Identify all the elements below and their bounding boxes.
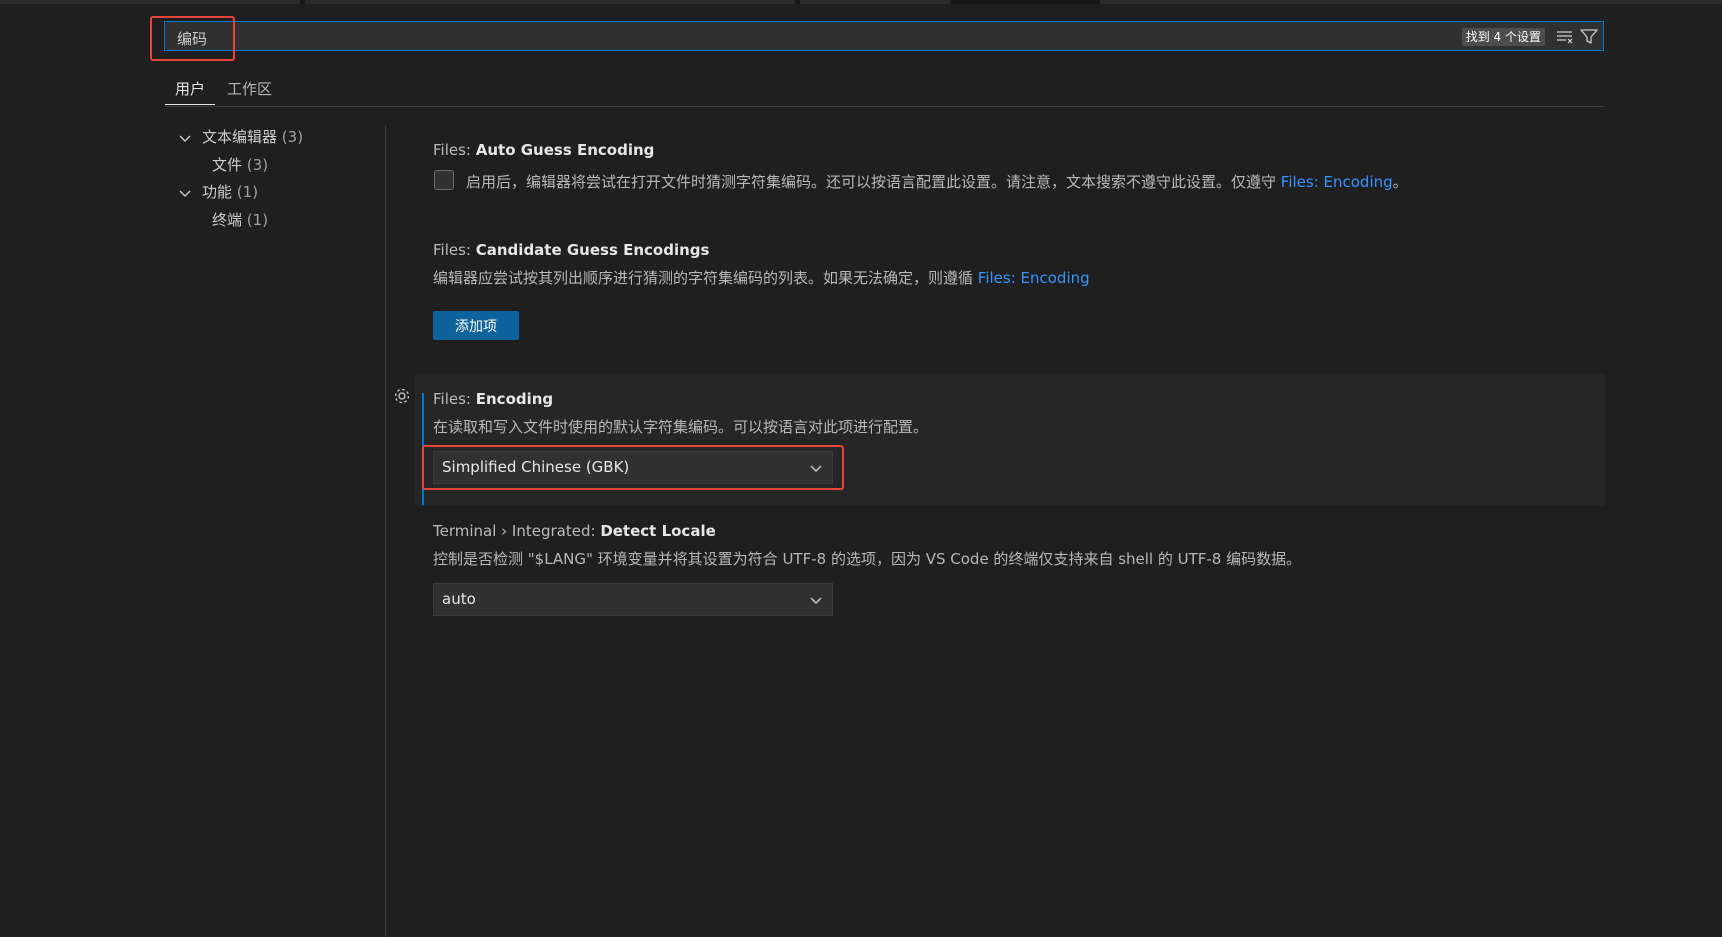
setting-files-encoding: Files: Encoding 在读取和写入文件时使用的默认字符集编码。可以按语…: [433, 390, 928, 437]
tab-user[interactable]: 用户: [164, 78, 216, 105]
tab-workspace[interactable]: 工作区: [227, 78, 272, 105]
toc-item-files[interactable]: 文件 (3): [212, 154, 268, 176]
setting-description: 启用后，编辑器将尝试在打开文件时猜测字符集编码。还可以按语言配置此设置。请注意，…: [466, 171, 1408, 192]
toc-label: 文本编辑器: [202, 128, 278, 146]
setting-key: Detect Locale: [600, 522, 716, 540]
toc-count: (3): [281, 128, 304, 146]
files-encoding-link[interactable]: Files: Encoding: [978, 269, 1090, 287]
toc-count: (1): [236, 183, 259, 201]
focus-indicator: [422, 393, 424, 505]
setting-auto-guess-encoding: Files: Auto Guess Encoding: [433, 141, 654, 159]
description-text: 编辑器应尝试按其列出顺序进行猜测的字符集编码的列表。如果无法确定，则遵循: [433, 269, 978, 287]
setting-description: 在读取和写入文件时使用的默认字符集编码。可以按语言对此项进行配置。: [433, 418, 929, 436]
description-text: 启用后，编辑器将尝试在打开文件时猜测字符集编码。还可以按语言配置此设置。请注意，…: [466, 173, 1281, 191]
setting-description: 编辑器应尝试按其列出顺序进行猜测的字符集编码的列表。如果无法确定，则遵循 Fil…: [433, 267, 1090, 288]
chevron-down-icon: [810, 465, 822, 472]
setting-title: Files: Auto Guess Encoding: [433, 141, 654, 159]
encoding-select[interactable]: Simplified Chinese (GBK): [433, 451, 833, 484]
tab-strip-segment: [0, 0, 300, 4]
setting-category: Files:: [433, 390, 476, 408]
auto-guess-encoding-checkbox[interactable]: [434, 170, 454, 190]
select-value: auto: [442, 590, 476, 608]
clear-filter-icon[interactable]: [1555, 27, 1575, 47]
gear-icon[interactable]: [392, 386, 412, 406]
description-suffix: 。: [1392, 173, 1408, 191]
toc-item-terminal[interactable]: 终端 (1): [212, 209, 268, 231]
search-input[interactable]: [175, 26, 1379, 50]
search-result-count: 找到 4 个设置: [1461, 28, 1545, 46]
setting-title: Files: Candidate Guess Encodings: [433, 241, 1090, 259]
setting-key: Auto Guess Encoding: [475, 141, 655, 159]
select-value: Simplified Chinese (GBK): [442, 458, 630, 476]
setting-key: Candidate Guess Encodings: [475, 241, 710, 259]
setting-description: 控制是否检测 "$LANG" 环境变量并将其设置为符合 UTF-8 的选项，因为…: [433, 550, 1302, 568]
setting-title: Terminal › Integrated: Detect Locale: [433, 522, 1301, 540]
setting-candidate-guess-encodings: Files: Candidate Guess Encodings 编辑器应尝试按…: [433, 241, 1090, 288]
tab-strip-segment: [1100, 0, 1722, 4]
toc-label: 文件: [212, 156, 243, 174]
settings-search-box[interactable]: 找到 4 个设置: [164, 21, 1604, 51]
detect-locale-select[interactable]: auto: [433, 583, 833, 616]
settings-scope-tabs: 用户 工作区: [164, 74, 1605, 107]
setting-title: Files: Encoding: [433, 390, 928, 408]
setting-key: Encoding: [475, 390, 554, 408]
tab-strip-segment: [305, 0, 795, 4]
editor-tab-strip: [0, 0, 1722, 4]
toc-divider: [385, 125, 386, 937]
toc-label: 终端: [212, 211, 243, 229]
tab-strip-segment: [800, 0, 950, 4]
chevron-down-icon: [810, 597, 822, 604]
toc-item-features[interactable]: 功能 (1): [179, 181, 259, 203]
add-item-button[interactable]: 添加项: [433, 311, 519, 340]
chevron-down-icon: [179, 190, 191, 197]
setting-category: Files:: [433, 241, 476, 259]
toc-label: 功能: [202, 183, 233, 201]
filter-icon[interactable]: [1579, 27, 1599, 47]
setting-detect-locale: Terminal › Integrated: Detect Locale 控制是…: [433, 522, 1301, 569]
chevron-down-icon: [179, 135, 191, 142]
toc-count: (3): [246, 156, 269, 174]
setting-category: Files:: [433, 141, 476, 159]
toc-count: (1): [246, 211, 269, 229]
files-encoding-link[interactable]: Files: Encoding: [1281, 173, 1393, 191]
setting-category: Terminal › Integrated:: [433, 522, 601, 540]
toc-item-text-editor[interactable]: 文本编辑器 (3): [179, 126, 304, 148]
